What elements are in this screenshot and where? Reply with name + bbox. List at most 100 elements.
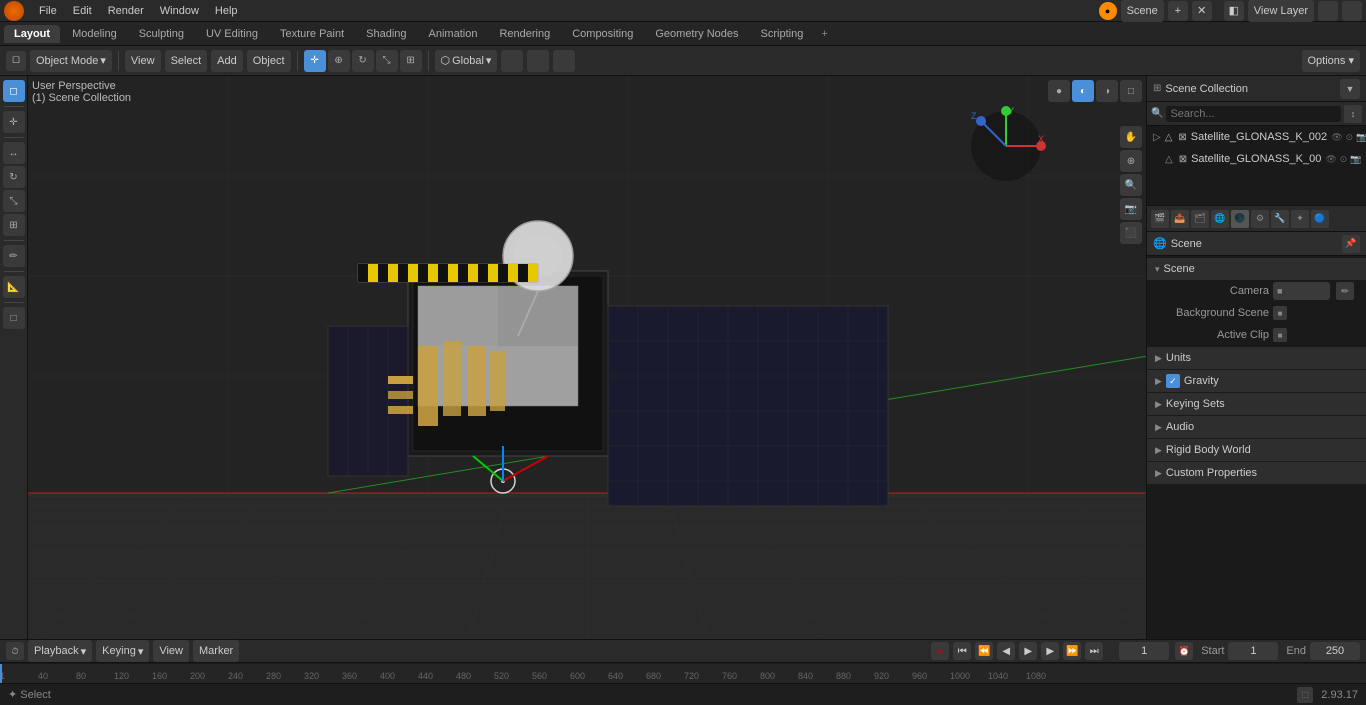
tab-modeling[interactable]: Modeling	[62, 25, 127, 43]
mode-selector[interactable]: Object Mode ▾	[30, 50, 112, 72]
cursor-tool-btn[interactable]: ✛	[3, 111, 25, 133]
prop-tab-object[interactable]: ⚙	[1251, 210, 1269, 228]
snap-btn[interactable]	[527, 50, 549, 72]
menu-render[interactable]: Render	[101, 3, 151, 19]
tab-scripting[interactable]: Scripting	[751, 25, 814, 43]
viewport-shading-material[interactable]: ◐	[1072, 80, 1094, 102]
add-workspace-btn[interactable]: +	[815, 26, 833, 42]
units-section-header[interactable]: ▶ Units	[1147, 347, 1366, 369]
camera-view-icon[interactable]: 📷	[1120, 198, 1142, 220]
proportional-btn[interactable]	[553, 50, 575, 72]
playback-menu[interactable]: Playback▾	[28, 640, 92, 662]
prop-tab-world[interactable]: 🌑	[1231, 210, 1249, 228]
prop-tab-view-layer[interactable]: 🗂	[1191, 210, 1209, 228]
pivot-btn[interactable]	[501, 50, 523, 72]
tab-layout[interactable]: Layout	[4, 25, 60, 43]
viewport-shading-wire[interactable]: □	[1120, 80, 1142, 102]
transform-tool[interactable]: ⊞	[400, 50, 422, 72]
viewport-shading-solid[interactable]: ●	[1048, 80, 1070, 102]
cursor-icon-1[interactable]: ⊙	[1340, 154, 1348, 165]
cursor-icon-0[interactable]: ⊙	[1346, 132, 1354, 143]
transform-space[interactable]: ⬡ Global ▾	[435, 50, 498, 72]
render-icon-1[interactable]: 📷	[1350, 154, 1361, 165]
toggle-bg-icon[interactable]: ⬛	[1120, 222, 1142, 244]
next-key-btn[interactable]: ⏩	[1063, 642, 1081, 660]
outliner-sort-btn[interactable]: ↕	[1344, 105, 1362, 123]
outliner-search-input[interactable]	[1166, 106, 1341, 122]
scene-add-btn[interactable]: +	[1168, 1, 1188, 21]
scene-remove-btn[interactable]: ✕	[1192, 1, 1212, 21]
tab-animation[interactable]: Animation	[419, 25, 488, 43]
eye-icon-0[interactable]: 👁	[1331, 132, 1342, 143]
audio-section-header[interactable]: ▶ Audio	[1147, 416, 1366, 438]
tab-compositing[interactable]: Compositing	[562, 25, 643, 43]
move-tool-btn[interactable]: ↔	[3, 142, 25, 164]
keying-sets-section-header[interactable]: ▶ Keying Sets	[1147, 393, 1366, 415]
step-back-btn[interactable]: ◀	[997, 642, 1015, 660]
rotate-tool[interactable]: ↻	[352, 50, 374, 72]
rotate-tool-btn[interactable]: ↻	[3, 166, 25, 188]
cursor-tool[interactable]: ✛	[304, 50, 326, 72]
prop-tab-render[interactable]: 🎬	[1151, 210, 1169, 228]
marker-menu[interactable]: Marker	[193, 640, 239, 662]
keying-menu[interactable]: Keying▾	[96, 640, 149, 662]
view-layer-selector[interactable]: View Layer	[1248, 0, 1314, 22]
tab-shading[interactable]: Shading	[356, 25, 416, 43]
viewport[interactable]: User Perspective (1) Scene Collection	[28, 76, 1146, 639]
scene-selector[interactable]: Scene	[1121, 0, 1164, 22]
gravity-section-header[interactable]: ▶ ✓ Gravity	[1147, 370, 1366, 392]
end-frame-input[interactable]	[1310, 642, 1360, 660]
prev-key-btn[interactable]: ⏪	[975, 642, 993, 660]
start-frame-input[interactable]	[1228, 642, 1278, 660]
transform-tool-btn[interactable]: ⊞	[3, 214, 25, 236]
prop-tab-scene[interactable]: 🌐	[1211, 210, 1229, 228]
prop-pin-btn[interactable]: 📌	[1342, 235, 1360, 253]
current-frame-input[interactable]: 1	[1119, 642, 1169, 660]
prop-tab-modifier[interactable]: 🔧	[1271, 210, 1289, 228]
menu-file[interactable]: File	[32, 3, 64, 19]
tab-uv-editing[interactable]: UV Editing	[196, 25, 268, 43]
timeline-icon[interactable]: ⏱	[6, 642, 24, 660]
scene-section-header[interactable]: ▾ Scene	[1147, 258, 1366, 280]
camera-picker-btn[interactable]: ✏	[1336, 282, 1354, 300]
outliner-item-1[interactable]: △ ⊠ Satellite_GLONASS_K_00 👁 ⊙ 📷	[1147, 148, 1366, 170]
eye-icon-1[interactable]: 👁	[1325, 154, 1336, 165]
select-box-tool[interactable]: ◻	[3, 80, 25, 102]
add-cube-btn[interactable]: □	[3, 307, 25, 329]
move-tool[interactable]: ⊕	[328, 50, 350, 72]
menu-help[interactable]: Help	[208, 3, 245, 19]
options-btn[interactable]: Options ▾	[1302, 50, 1361, 72]
tab-rendering[interactable]: Rendering	[489, 25, 560, 43]
gravity-checkbox[interactable]: ✓	[1166, 374, 1180, 388]
view-layer-add-btn[interactable]	[1318, 1, 1338, 21]
tab-geometry-nodes[interactable]: Geometry Nodes	[645, 25, 748, 43]
select-menu[interactable]: Select	[165, 50, 208, 72]
outliner-item-0[interactable]: ▷ △ ⊠ Satellite_GLONASS_K_002 👁 ⊙ 📷	[1147, 126, 1366, 148]
prop-tab-particle[interactable]: ✦	[1291, 210, 1309, 228]
view-layer-remove-btn[interactable]	[1342, 1, 1362, 21]
rigid-body-world-section-header[interactable]: ▶ Rigid Body World	[1147, 439, 1366, 461]
zoom-icon[interactable]: 🔍	[1120, 174, 1142, 196]
jump-end-btn[interactable]: ⏭	[1085, 642, 1103, 660]
timeline-view-menu[interactable]: View	[153, 640, 189, 662]
scale-tool[interactable]: ⤡	[376, 50, 398, 72]
prop-tab-output[interactable]: 📤	[1171, 210, 1189, 228]
annotate-tool-btn[interactable]: ✏	[3, 245, 25, 267]
timeline-ruler[interactable]: 1 40 80 120 160 200 240 280 320 360 400 …	[0, 663, 1366, 683]
pan-icon[interactable]: ✋	[1120, 126, 1142, 148]
render-icon-0[interactable]: 📷	[1356, 132, 1366, 143]
tab-sculpting[interactable]: Sculpting	[129, 25, 194, 43]
record-btn[interactable]: ●	[931, 642, 949, 660]
step-forward-btn[interactable]: ▶	[1041, 642, 1059, 660]
camera-value[interactable]: ■	[1273, 282, 1330, 300]
menu-edit[interactable]: Edit	[66, 3, 99, 19]
scale-tool-btn[interactable]: ⤡	[3, 190, 25, 212]
orbit-icon[interactable]: ⊕	[1120, 150, 1142, 172]
viewport-shading-rendered[interactable]: ◑	[1096, 80, 1118, 102]
menu-window[interactable]: Window	[153, 3, 206, 19]
clock-icon[interactable]: ⏰	[1175, 642, 1193, 660]
play-btn[interactable]: ▶	[1019, 642, 1037, 660]
custom-properties-section-header[interactable]: ▶ Custom Properties	[1147, 462, 1366, 484]
view-menu[interactable]: View	[125, 50, 161, 72]
status-icon[interactable]: ⬚	[1297, 687, 1313, 703]
